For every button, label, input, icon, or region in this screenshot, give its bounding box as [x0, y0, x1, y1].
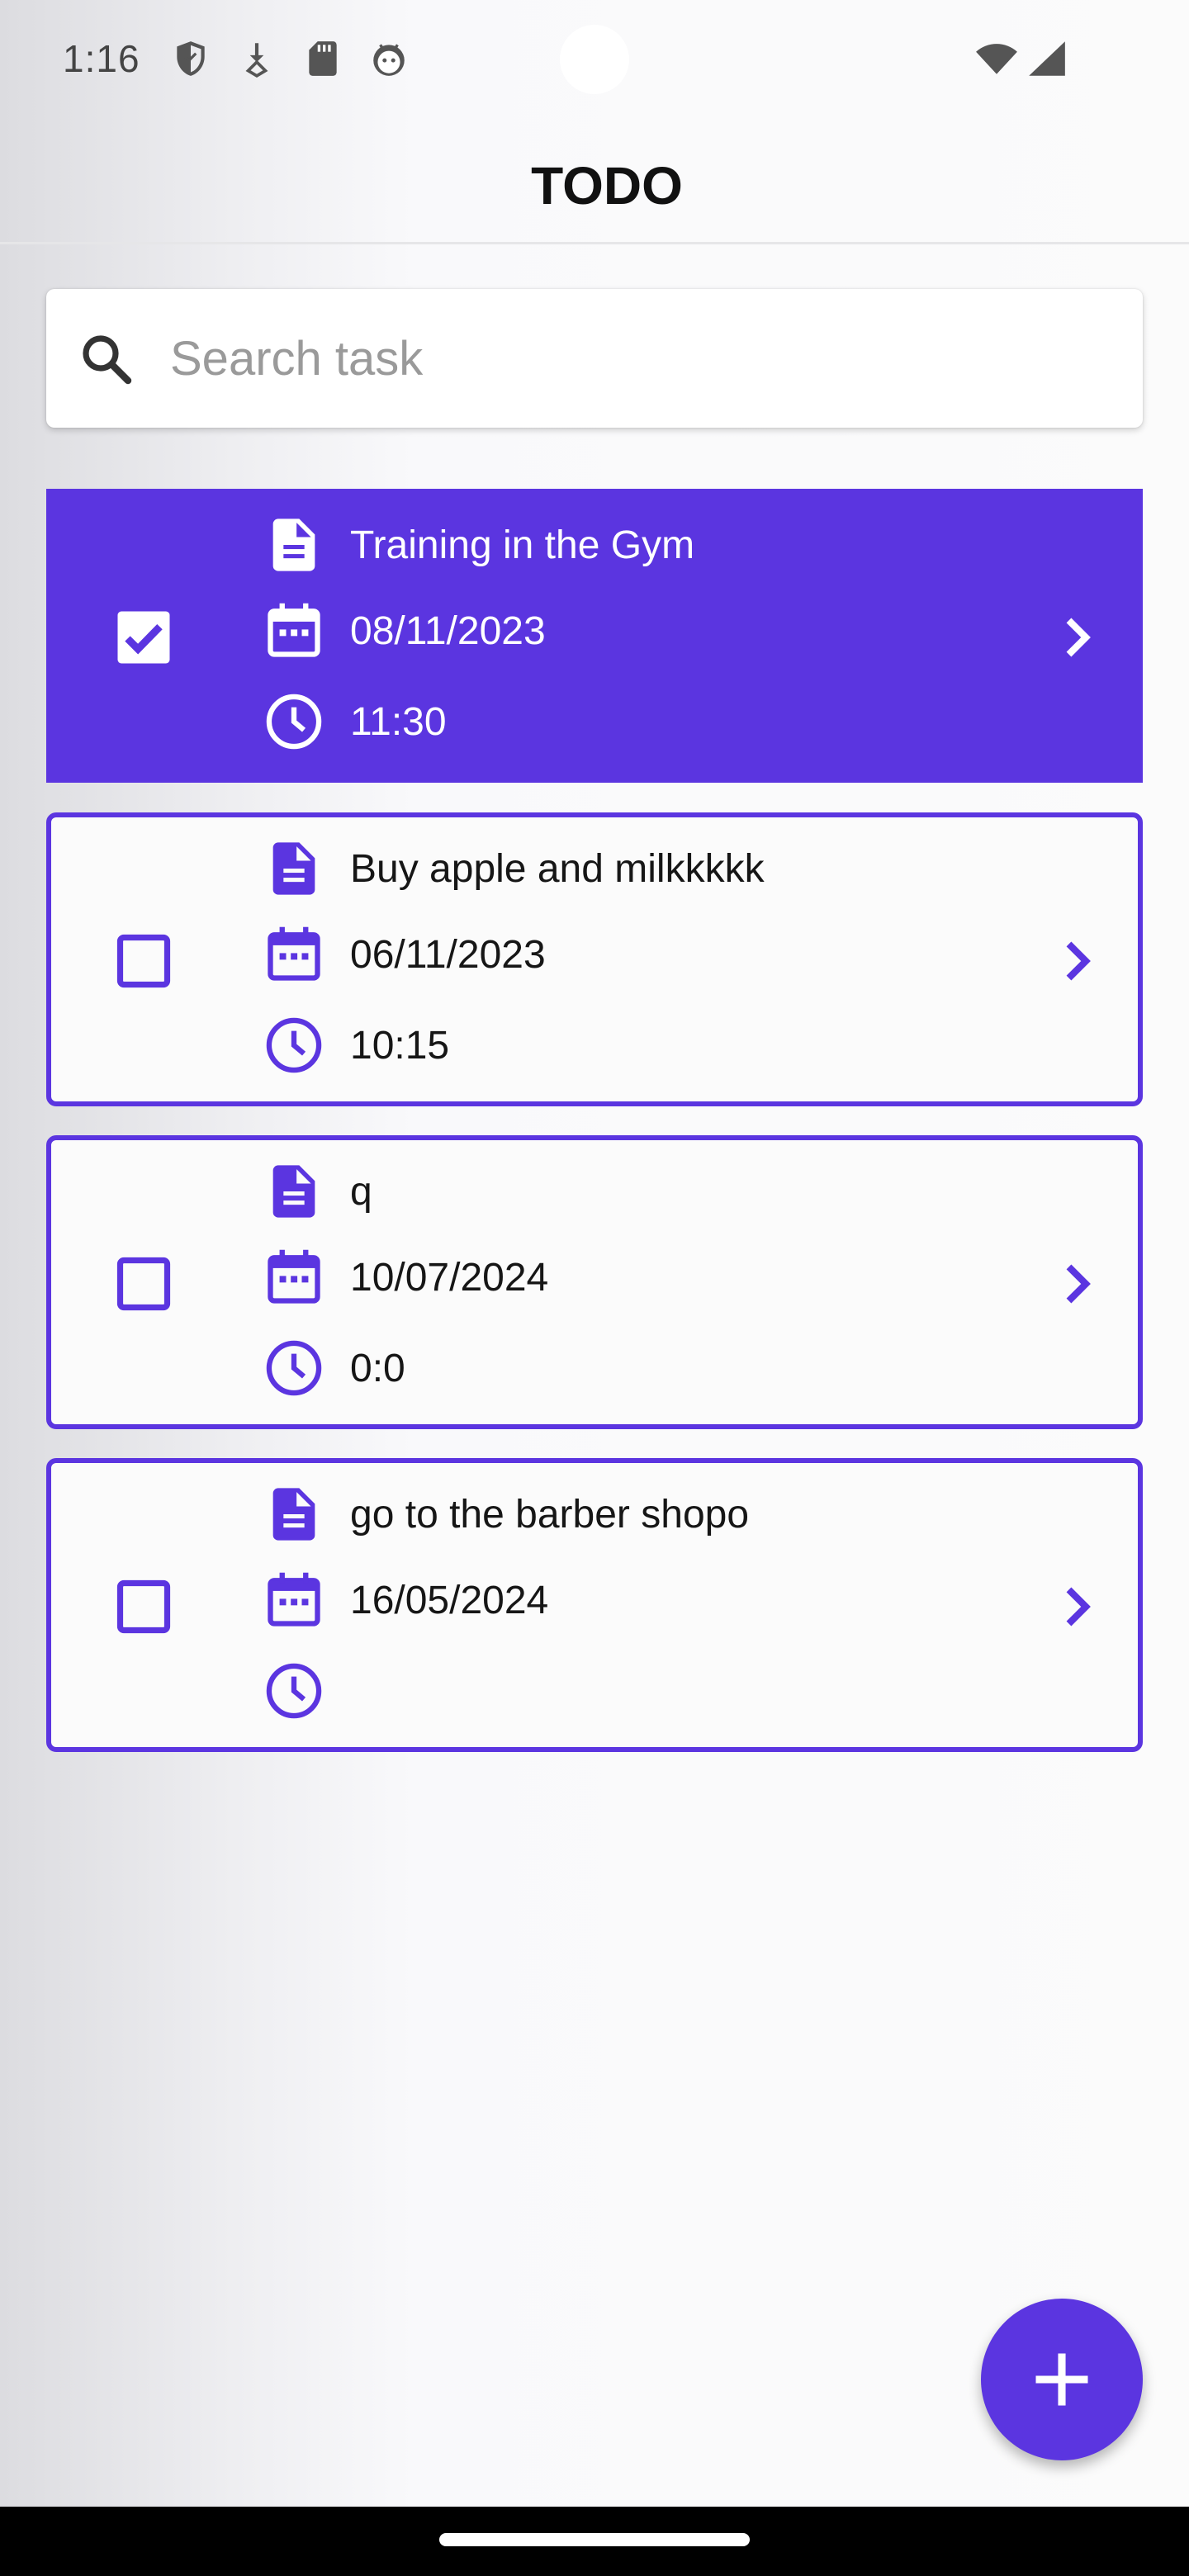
document-icon: [272, 1488, 315, 1541]
calendar-icon: [268, 1249, 320, 1304]
task-title-row: go to the barber shopo: [263, 1481, 749, 1547]
task-title-row: Training in the Gym: [263, 512, 694, 578]
chevron-right-icon[interactable]: [1045, 1575, 1108, 1638]
search-box[interactable]: [46, 289, 1143, 428]
plus-icon: [1035, 2353, 1088, 2406]
task-item[interactable]: go to the barber shopo 16/05/2024: [46, 1458, 1143, 1752]
task-title: q: [350, 1169, 372, 1214]
status-bar: 1:16: [0, 0, 1189, 124]
app-bar: TODO: [0, 124, 1189, 244]
document-icon: [272, 519, 315, 571]
camera-cutout: [560, 25, 629, 94]
search-icon: [83, 335, 132, 385]
task-time: 11:30: [350, 699, 447, 744]
calendar-icon: [268, 1572, 320, 1627]
task-time-row: 0:0: [263, 1335, 405, 1401]
navigation-bar: [0, 2507, 1189, 2576]
task-date: 08/11/2023: [350, 608, 546, 653]
task-time-row: 11:30: [263, 689, 447, 755]
clock-icon: [266, 1017, 322, 1073]
task-date: 16/05/2024: [350, 1578, 549, 1622]
cell-signal-icon: [1029, 41, 1065, 76]
home-gesture-handle[interactable]: [439, 2533, 750, 2546]
chevron-right-icon[interactable]: [1045, 930, 1108, 992]
task-time-row: 10:15: [263, 1012, 449, 1078]
task-date: 06/11/2023: [350, 932, 546, 977]
task-time: 0:0: [350, 1346, 405, 1390]
search-input[interactable]: [170, 289, 1111, 428]
task-title: Buy apple and milkkkkk: [350, 846, 765, 891]
task-item[interactable]: Buy apple and milkkkkk 06/11/2023 10:15: [46, 812, 1143, 1106]
task-time: 10:15: [350, 1023, 450, 1068]
task-date: 10/07/2024: [350, 1255, 549, 1300]
chevron-right-icon[interactable]: [1045, 1252, 1108, 1315]
task-title-row: q: [263, 1158, 372, 1224]
checkbox-unchecked-icon[interactable]: [114, 1254, 173, 1314]
task-date-row: 16/05/2024: [263, 1567, 548, 1633]
add-task-button[interactable]: [981, 2299, 1143, 2460]
download-icon: [245, 43, 268, 78]
checkbox-unchecked-icon[interactable]: [114, 931, 173, 991]
checkbox-unchecked-icon[interactable]: [114, 1577, 173, 1636]
checkbox-checked-icon[interactable]: [114, 608, 173, 667]
task-date-row: 08/11/2023: [263, 598, 546, 664]
task-date-row: 06/11/2023: [263, 921, 546, 987]
task-time-row: [263, 1658, 350, 1724]
calendar-icon: [268, 926, 320, 981]
task-item[interactable]: q 10/07/2024 0:0: [46, 1135, 1143, 1429]
task-item[interactable]: Training in the Gym 08/11/2023 11:30: [46, 489, 1143, 783]
chevron-right-icon[interactable]: [1045, 606, 1108, 669]
sd-card-icon: [309, 41, 337, 76]
clock-icon: [266, 1340, 322, 1396]
task-date-row: 10/07/2024: [263, 1244, 548, 1310]
status-notification-icons: [170, 38, 410, 79]
calendar-icon: [268, 603, 320, 657]
clock-icon: [266, 1663, 322, 1719]
status-system-icons: [974, 38, 1068, 79]
clock-icon: [266, 694, 322, 750]
page-title: TODO: [531, 156, 683, 215]
document-icon: [272, 842, 315, 895]
task-title-row: Buy apple and milkkkkk: [263, 836, 765, 902]
document-icon: [272, 1165, 315, 1218]
wifi-icon: [976, 44, 1017, 74]
task-title: Training in the Gym: [350, 523, 695, 567]
android-debug-icon: [373, 44, 405, 76]
status-time: 1:16: [63, 37, 140, 80]
task-title: go to the barber shopo: [350, 1492, 750, 1537]
shield-icon: [177, 41, 205, 76]
